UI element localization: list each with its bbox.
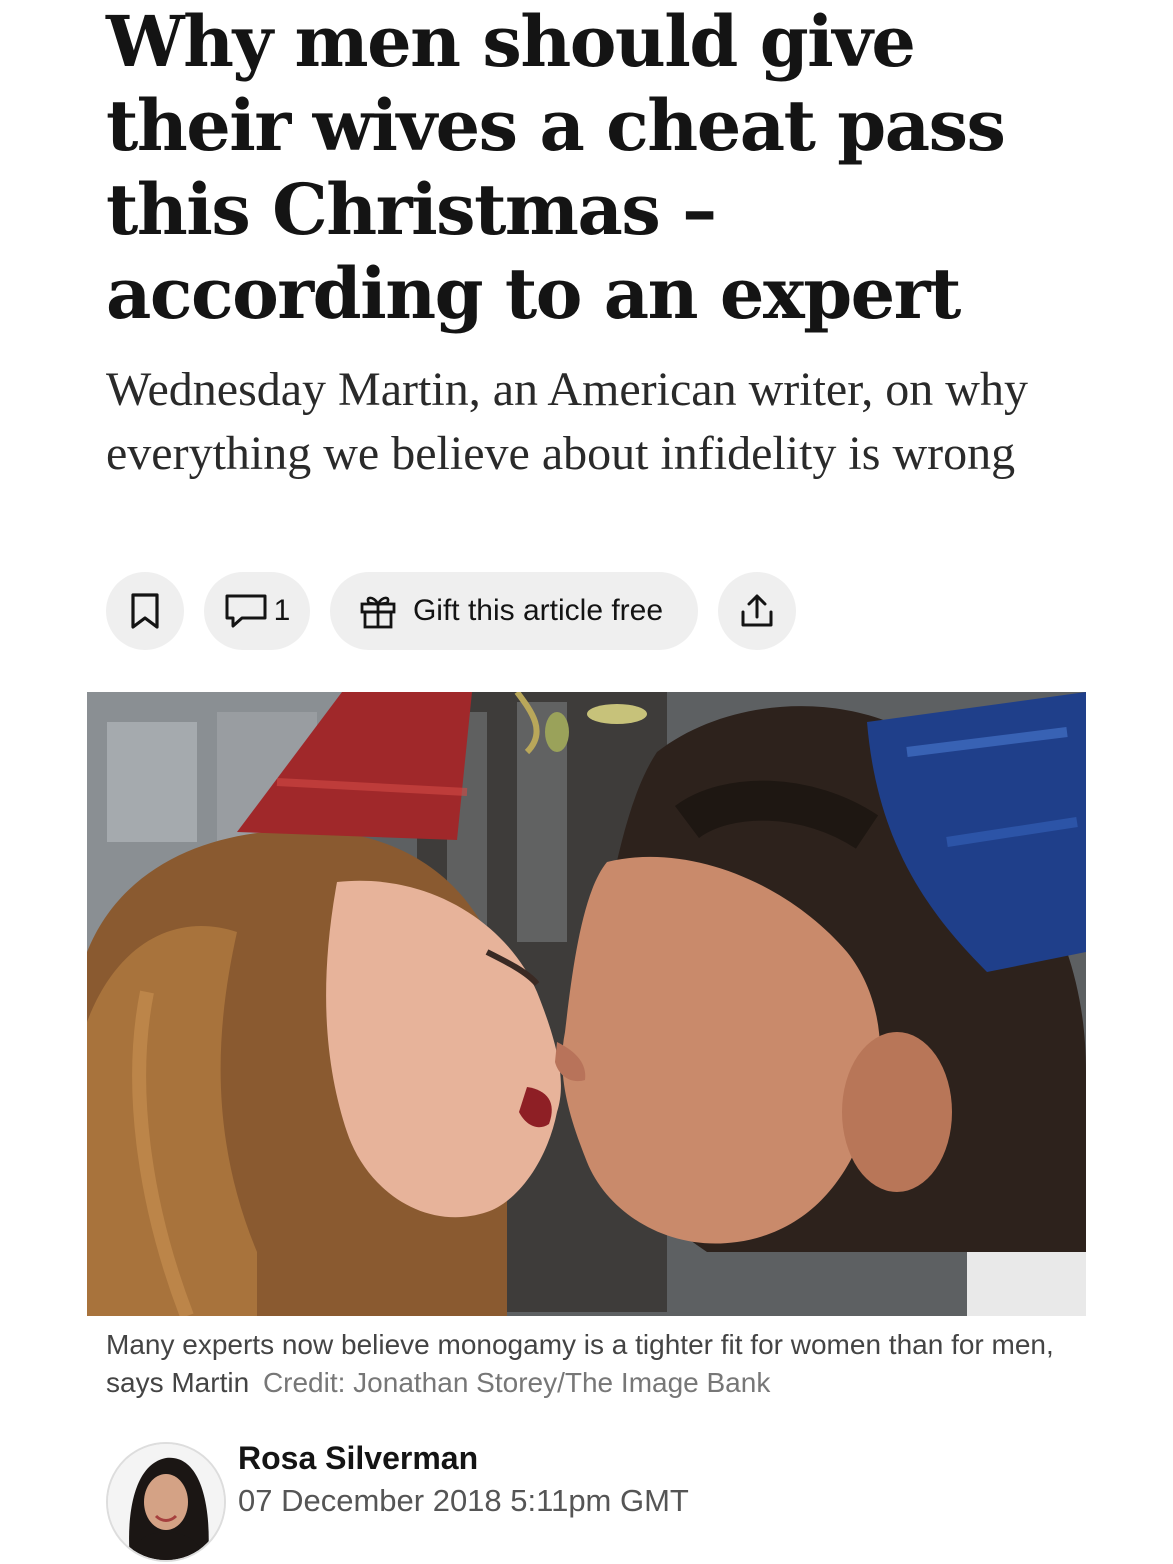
article-lead-image [87, 692, 1086, 1316]
gift-icon [359, 593, 397, 629]
author-name[interactable]: Rosa Silverman [238, 1440, 478, 1477]
author-avatar[interactable] [106, 1442, 226, 1562]
comment-icon [224, 592, 268, 630]
bookmark-button[interactable] [106, 572, 184, 650]
share-icon [738, 592, 776, 630]
comment-count: 1 [273, 594, 291, 627]
image-caption: Many experts now believe monogamy is a t… [106, 1326, 1086, 1402]
publish-date: 07 December 2018 5:11pm GMT [238, 1483, 689, 1518]
image-credit: Credit: Jonathan Storey/The Image Bank [262, 1367, 771, 1398]
share-button[interactable] [718, 572, 796, 650]
comments-button[interactable]: 1 [204, 572, 310, 650]
gift-label: Gift this article free [412, 594, 664, 627]
article-headline: Why men should give their wives a cheat … [106, 0, 1006, 335]
article-standfirst: Wednesday Martin, an American writer, on… [106, 363, 1028, 480]
gift-article-button[interactable]: Gift this article free [330, 572, 698, 650]
bookmark-icon [128, 592, 162, 630]
